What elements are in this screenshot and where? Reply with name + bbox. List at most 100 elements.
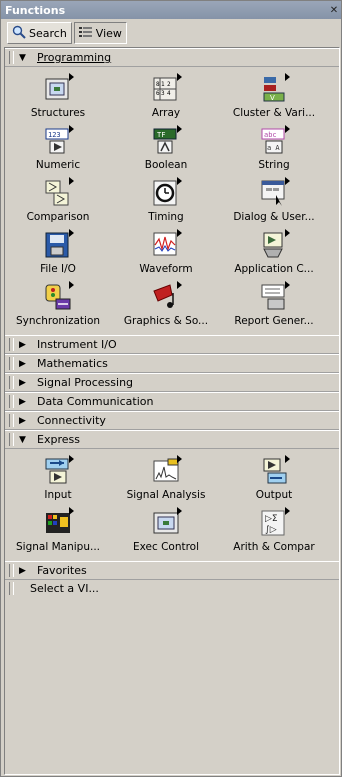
category-label: Instrument I/O <box>37 338 117 351</box>
collapsed-triangle-icon: ▶ <box>19 377 26 388</box>
grip-handle[interactable] <box>9 51 14 64</box>
palette-item-label: Array <box>151 107 181 119</box>
palette-item-comparison[interactable]: Comparison <box>9 175 107 227</box>
palette-item-dialog[interactable]: Dialog & User... <box>225 175 323 227</box>
palette-item-cluster[interactable]: V Cluster & Vari... <box>225 71 323 123</box>
app-control-icon <box>258 229 290 261</box>
palette-item-graphics[interactable]: Graphics & So... <box>117 279 215 331</box>
category-favorites-label: Favorites <box>37 564 87 577</box>
palette-item-signal-manip[interactable]: Signal Manipu... <box>9 505 107 557</box>
grip-handle[interactable] <box>9 376 14 389</box>
title-bar[interactable]: Functions ✕ <box>1 1 341 19</box>
collapsed-triangle-icon: ▶ <box>19 358 26 369</box>
palette-item-array[interactable]: 8 1 2 6 3 4 Array <box>117 71 215 123</box>
palette-item-label: Arith & Compar <box>233 541 315 553</box>
svg-text:123: 123 <box>48 131 61 139</box>
category-mathematics[interactable]: ▶ Mathematics <box>5 354 339 373</box>
category-express-label: Express <box>37 433 80 446</box>
palette-item-output[interactable]: Output <box>225 453 323 505</box>
palette-item-label: String <box>258 159 290 171</box>
svg-text:1: 1 <box>161 81 165 88</box>
category-favorites[interactable]: ▶ Favorites <box>5 561 339 580</box>
grip-handle[interactable] <box>9 357 14 370</box>
close-icon[interactable]: ✕ <box>327 5 341 16</box>
palette-item-input[interactable]: Input <box>9 453 107 505</box>
palette-item-numeric[interactable]: 123 Numeric <box>9 123 107 175</box>
timing-icon <box>150 177 182 209</box>
grip-handle[interactable] <box>9 395 14 408</box>
category-signal-processing[interactable]: ▶ Signal Processing <box>5 373 339 392</box>
svg-text:6: 6 <box>156 90 160 97</box>
category-instrument-i-o[interactable]: ▶ Instrument I/O <box>5 335 339 354</box>
collapsed-triangle-icon: ▶ <box>19 415 26 426</box>
palette-item-timing[interactable]: Timing <box>117 175 215 227</box>
grip-handle <box>9 582 14 595</box>
palette-item-label: Signal Analysis <box>126 489 206 501</box>
comparison-icon <box>42 177 74 209</box>
grip-handle[interactable] <box>9 433 14 446</box>
grip-handle[interactable] <box>9 564 14 577</box>
palette-item-boolean[interactable]: TF Boolean <box>117 123 215 175</box>
select-vi-item[interactable]: Select a VI... <box>5 580 339 597</box>
waveform-icon <box>150 229 182 261</box>
palette-item-label: Application C... <box>234 263 314 275</box>
view-button[interactable]: View <box>73 22 127 44</box>
programming-grid: Structures 8 1 2 6 3 4 Array V Cluster & Vari... 1… <box>5 67 339 331</box>
search-icon <box>12 25 26 42</box>
signal-analysis-icon <box>150 455 182 487</box>
exec-control-icon <box>150 507 182 539</box>
palette-item-label: Synchronization <box>15 315 101 327</box>
category-data-communication[interactable]: ▶ Data Communication <box>5 392 339 411</box>
palette-item-label: File I/O <box>40 263 76 275</box>
view-button-label: View <box>95 26 122 40</box>
palette-item-label: Graphics & So... <box>123 315 209 327</box>
functions-palette-window: Functions ✕ Search View ▼ Programming St… <box>0 0 342 777</box>
file-io-icon <box>42 229 74 261</box>
grip-handle[interactable] <box>9 338 14 351</box>
svg-text:▷Σ: ▷Σ <box>265 514 278 524</box>
palette-item-label: Cluster & Vari... <box>232 107 316 119</box>
category-express[interactable]: ▼ Express <box>5 430 339 449</box>
grip-handle[interactable] <box>9 414 14 427</box>
numeric-icon: 123 <box>42 125 74 157</box>
search-button-label: Search <box>29 26 67 40</box>
svg-text:4: 4 <box>167 90 171 97</box>
synchronization-icon <box>42 281 74 313</box>
palette-item-synchronization[interactable]: Synchronization <box>9 279 107 331</box>
palette-item-label: Boolean <box>144 159 188 171</box>
svg-text:abc: abc <box>264 131 277 139</box>
array-icon: 812634 <box>150 73 182 105</box>
structures-icon <box>42 73 74 105</box>
express-grid: Input Signal Analysis Output Signal Manipu.… <box>5 449 339 557</box>
expanded-triangle-icon: ▼ <box>19 434 26 445</box>
palette-item-waveform[interactable]: Waveform <box>117 227 215 279</box>
palette-item-string[interactable]: abc a A String <box>225 123 323 175</box>
palette-item-report[interactable]: Report Gener... <box>225 279 323 331</box>
category-connectivity[interactable]: ▶ Connectivity <box>5 411 339 430</box>
palette-item-app-control[interactable]: Application C... <box>225 227 323 279</box>
search-button[interactable]: Search <box>7 22 72 44</box>
palette-item-file-io[interactable]: File I/O <box>9 227 107 279</box>
dialog-icon <box>258 177 290 209</box>
svg-text:2: 2 <box>167 81 171 88</box>
category-programming[interactable]: ▼ Programming <box>5 48 339 67</box>
svg-text:a A: a A <box>267 144 280 152</box>
palette-item-label: Input <box>44 489 72 501</box>
view-icon <box>78 26 93 41</box>
palette-item-exec-control[interactable]: Exec Control <box>117 505 215 557</box>
palette-item-label: Output <box>255 489 293 501</box>
palette-item-signal-analysis[interactable]: Signal Analysis <box>117 453 215 505</box>
svg-text:∫▷: ∫▷ <box>265 525 277 535</box>
svg-text:8: 8 <box>156 81 160 88</box>
select-vi-label: Select a VI... <box>30 582 99 595</box>
palette-item-label: Numeric <box>35 159 81 171</box>
palette-item-arith[interactable]: ▷Σ ∫▷ Arith & Compar <box>225 505 323 557</box>
palette-content: ▼ Programming Structures 8 1 2 6 3 4 Array V Clus… <box>4 47 340 775</box>
palette-item-structures[interactable]: Structures <box>9 71 107 123</box>
category-programming-label: Programming <box>37 51 112 64</box>
input-icon <box>42 455 74 487</box>
collapsed-triangle-icon: ▶ <box>19 565 26 576</box>
svg-text:V: V <box>270 94 275 102</box>
palette-item-label: Structures <box>30 107 86 119</box>
report-icon <box>258 281 290 313</box>
